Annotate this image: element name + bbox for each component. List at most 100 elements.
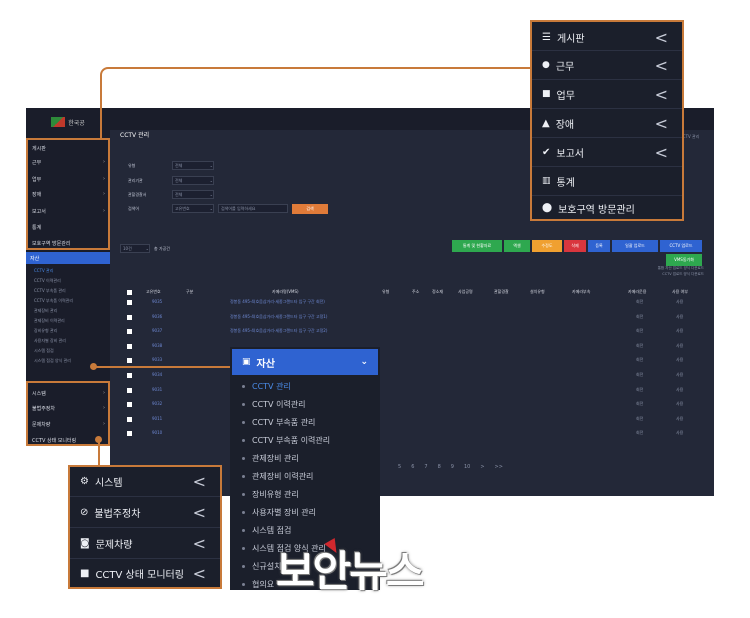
row-checkbox[interactable] — [127, 300, 132, 305]
row-checkbox[interactable] — [127, 402, 132, 408]
page-link[interactable]: 6 — [411, 464, 414, 470]
keyword-field-select[interactable]: 고유번호 ⌄ — [172, 204, 214, 213]
menu-board[interactable]: ☰ 게시판 < — [532, 24, 682, 50]
pagination: 5 6 7 8 9 10 > >> — [398, 464, 503, 470]
asset-item[interactable]: CCTV 부속품 관리 — [232, 413, 378, 431]
menu-report[interactable]: ✔ 보고서 < — [532, 138, 682, 166]
table-row[interactable]: 9010 회전 사용 — [120, 429, 708, 439]
excel-button[interactable]: 엑셀 — [504, 240, 530, 252]
search-button[interactable]: 검색 — [292, 203, 328, 214]
asset-item[interactable]: 관제장비 관리 — [232, 449, 378, 467]
sidebar-sub-cctv[interactable]: CCTV 관리 — [34, 266, 104, 275]
sidebar-sub-cctv-history[interactable]: CCTV 이력관리 — [34, 276, 104, 285]
sidebar-sub-equip[interactable]: 관제장비 관리 — [34, 306, 104, 315]
table-row[interactable]: 9031 회전 사용 — [120, 386, 708, 396]
row-id[interactable]: 9035 — [152, 299, 162, 304]
menu-monitoring[interactable]: ■ CCTV 상태 모니터링 < — [70, 559, 220, 587]
bulk-upload-button[interactable]: 일괄 업로드 — [612, 240, 658, 252]
table-row[interactable]: 9036 정봉동 495-4(호음삼거리-세종그랜드타 입구 구간 고정1) 회전 사… — [120, 313, 708, 323]
row-id[interactable]: 9032 — [152, 401, 162, 406]
sidebar-sub-check[interactable]: 시스템 점검 — [34, 346, 104, 355]
row-checkbox[interactable] — [127, 358, 132, 364]
menu-vehicle[interactable]: ◙ 문제차량 < — [70, 528, 220, 558]
search-input[interactable]: 검색어를 입력하세요 — [218, 204, 288, 213]
check-icon: ✔ — [542, 146, 551, 158]
row-id[interactable]: 9034 — [152, 372, 162, 377]
chevron-left-icon: < — [192, 502, 206, 522]
next-page-icon[interactable]: > — [480, 464, 484, 470]
row-checkbox[interactable] — [127, 387, 132, 393]
connector-top — [100, 67, 530, 139]
edit-button[interactable]: 수정도 — [532, 240, 562, 252]
table-row[interactable]: 9038 회전 사용 — [120, 342, 708, 352]
row-checkbox[interactable] — [127, 373, 132, 378]
table-row[interactable]: 9032 회전 사용 — [120, 400, 708, 410]
last-page-icon[interactable]: >> — [495, 464, 503, 470]
type-select[interactable]: 전체 ⌄ — [172, 161, 214, 170]
stats-button[interactable]: 통계 및 현황자료 — [452, 240, 502, 252]
row-checkbox[interactable] — [127, 416, 132, 422]
table-row[interactable]: 9035 정봉동 495-4(호음삼거리-세종그랜드타 입구 구간 회전) 회전 사용 — [120, 298, 708, 308]
sidebar-sub-parts-history[interactable]: CCTV 부속품 이력관리 — [34, 296, 104, 305]
menu-label: CCTV 상태 모니터링 — [95, 569, 184, 581]
bullet-icon — [242, 456, 245, 460]
police-select[interactable]: 전체 ⌄ — [172, 190, 214, 199]
row-checkbox[interactable] — [127, 343, 132, 349]
asset-item[interactable]: 장비유형 관리 — [232, 485, 378, 503]
row-id[interactable]: 9037 — [152, 328, 162, 333]
sidebar-section-asset[interactable]: 자산 — [26, 252, 110, 264]
agency-select[interactable]: 전체 ⌄ — [172, 176, 214, 185]
menu-work[interactable]: ● 근무 < — [532, 51, 682, 79]
page-link[interactable]: 9 — [451, 464, 454, 470]
menu-fault[interactable]: ▲ 장애 < — [532, 109, 682, 137]
register-button[interactable]: 등록 — [588, 240, 610, 252]
top-menu-callout: ☰ 게시판 < ● 근무 < ■ 업무 < ▲ 장애 < ✔ 보고서 < ▥ 통계 ⬤ 보호구역 방문관… — [530, 20, 684, 221]
asset-menu-header[interactable]: ▣ 자산 ⌄ — [232, 349, 378, 375]
asset-item[interactable]: CCTV 관리 — [232, 377, 378, 395]
select-all-checkbox[interactable] — [127, 290, 132, 295]
asset-item[interactable]: CCTV 부속품 이력관리 — [232, 431, 378, 449]
row-checkbox[interactable] — [127, 314, 132, 320]
row-camera-name[interactable]: 정봉동 495-4(호음삼거리-세종그랜드타 입구 구간 고정1) — [230, 314, 327, 320]
row-id[interactable]: 9033 — [152, 357, 162, 362]
menu-parking[interactable]: ⊘ 불법주정차 < — [70, 497, 220, 527]
table-row[interactable]: 9011 회전 사용 — [120, 415, 708, 425]
row-checkbox[interactable] — [127, 431, 132, 437]
cogs-icon: ⚙ — [80, 475, 89, 487]
sidebar-sub-equip-history[interactable]: 관제장비 이력관리 — [34, 316, 104, 325]
row-id[interactable]: 9011 — [152, 416, 162, 421]
row-id[interactable]: 9036 — [152, 314, 162, 319]
page-size-select[interactable]: 10건 ⌄ — [120, 244, 150, 253]
page-link[interactable]: 8 — [438, 464, 441, 470]
asset-item[interactable]: 관제장비 이력관리 — [232, 467, 378, 485]
video-icon: ■ — [80, 567, 90, 579]
menu-visit[interactable]: ⬤ 보호구역 방문관리 — [532, 196, 682, 220]
sidebar-sub-type[interactable]: 장비유형 관리 — [34, 326, 104, 335]
row-camera-name[interactable]: 정봉동 495-4(호음삼거리-세종그랜드타 입구 구간 회전) — [230, 299, 325, 305]
table-row[interactable]: 9034 회전 사용 — [120, 371, 708, 381]
table-row[interactable]: 9033 회전 사용 — [120, 356, 708, 366]
vms-sync-button[interactable]: VMS동기화 — [666, 254, 702, 266]
asset-item[interactable]: 시스템 점검 — [232, 521, 378, 539]
sidebar-sub-user-equip[interactable]: 사용자별 장비 관리 — [34, 336, 104, 345]
page-link[interactable]: 7 — [424, 464, 427, 470]
cctv-template-link[interactable]: CCTV 업로드 양식 다운로드 — [600, 272, 704, 277]
delete-button[interactable]: 삭제 — [564, 240, 586, 252]
menu-stats[interactable]: ▥ 통계 — [532, 167, 682, 195]
row-camera-name[interactable]: 정봉동 495-4(호음삼거리-세종그랜드타 입구 구간 고정2) — [230, 328, 327, 334]
row-id[interactable]: 9031 — [152, 387, 162, 392]
asset-item[interactable]: CCTV 이력관리 — [232, 395, 378, 413]
row-id[interactable]: 9038 — [152, 343, 162, 348]
asset-title: 자산 — [256, 358, 275, 370]
menu-task[interactable]: ■ 업무 < — [532, 80, 682, 108]
page-link[interactable]: 10 — [464, 464, 470, 470]
row-id[interactable]: 9010 — [152, 430, 162, 435]
cctv-upload-button[interactable]: CCTV 업로드 — [660, 240, 702, 252]
row-checkbox[interactable] — [127, 329, 132, 335]
sidebar-sub-parts[interactable]: CCTV 부속품 관리 — [34, 286, 104, 295]
page-link[interactable]: 5 — [398, 464, 401, 470]
menu-system[interactable]: ⚙ 시스템 < — [70, 467, 220, 495]
template-download-link[interactable]: 통합 자산 업로드 양식 다운로드 — [600, 266, 704, 271]
table-row[interactable]: 9037 정봉동 495-4(호음삼거리-세종그랜드타 입구 구간 고정2) 회전 사… — [120, 327, 708, 337]
asset-item[interactable]: 사용자별 장비 관리 — [232, 503, 378, 521]
